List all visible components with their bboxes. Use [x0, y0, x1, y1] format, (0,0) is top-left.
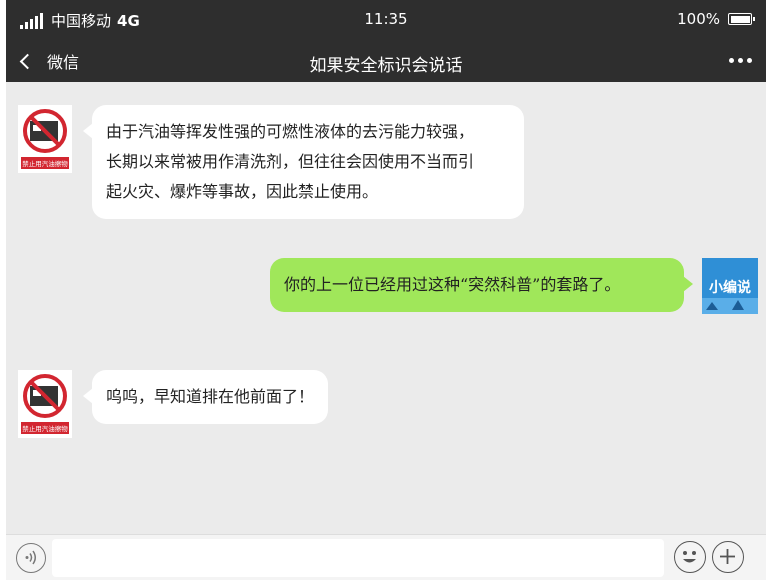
battery-percent: 100%: [677, 10, 720, 28]
message-line: 起火灾、爆炸等事故，因此禁止使用。: [106, 182, 379, 201]
sign-caption: 禁止用汽油擦物: [22, 424, 68, 433]
status-time: 11:35: [364, 10, 408, 28]
message-line: 由于汽油等挥发性强的可燃性液体的去污能力较强，: [106, 122, 475, 141]
voice-button[interactable]: [16, 543, 46, 573]
message-line: 呜呜，早知道排在他前面了！: [106, 387, 315, 406]
message-line: 长期以来常被用作清洗剂，但往往会因使用不当而引: [106, 152, 475, 171]
status-right: 100%: [677, 10, 755, 28]
sign-caption: 禁止用汽油擦物: [22, 159, 68, 168]
chat-area[interactable]: 禁止用汽油擦物 由于汽油等挥发性强的可燃性液体的去污能力较强， 长期以来常被用作…: [6, 82, 766, 534]
editor-avatar[interactable]: 小编说: [702, 258, 758, 314]
plus-button[interactable]: [712, 541, 744, 573]
emoji-icon: [683, 551, 696, 563]
status-bar: 中国移动 4G 11:35 100%: [6, 0, 766, 40]
sign-avatar[interactable]: 禁止用汽油擦物: [18, 370, 72, 438]
nav-bar: 微信 如果安全标识会说话: [6, 40, 766, 82]
message-bubble-outgoing[interactable]: 你的上一位已经用过这种“突然科普”的套路了。: [270, 258, 693, 312]
emoji-button[interactable]: [674, 541, 706, 573]
more-button[interactable]: [729, 58, 752, 63]
message-line: 你的上一位已经用过这种“突然科普”的套路了。: [284, 275, 621, 294]
editor-avatar-label: 小编说: [709, 279, 751, 296]
message-bubble-incoming[interactable]: 呜呜，早知道排在他前面了！: [82, 370, 329, 424]
more-icon: [729, 58, 734, 63]
message-input[interactable]: [52, 539, 664, 577]
input-bar: [6, 534, 766, 580]
voice-icon: [25, 550, 36, 565]
sign-avatar[interactable]: 禁止用汽油擦物: [18, 105, 72, 173]
battery-icon: [728, 13, 755, 25]
plus-icon: [720, 549, 735, 564]
message-bubble-incoming[interactable]: 由于汽油等挥发性强的可燃性液体的去污能力较强， 长期以来常被用作清洗剂，但往往会…: [83, 105, 524, 219]
chat-title: 如果安全标识会说话: [309, 56, 463, 76]
